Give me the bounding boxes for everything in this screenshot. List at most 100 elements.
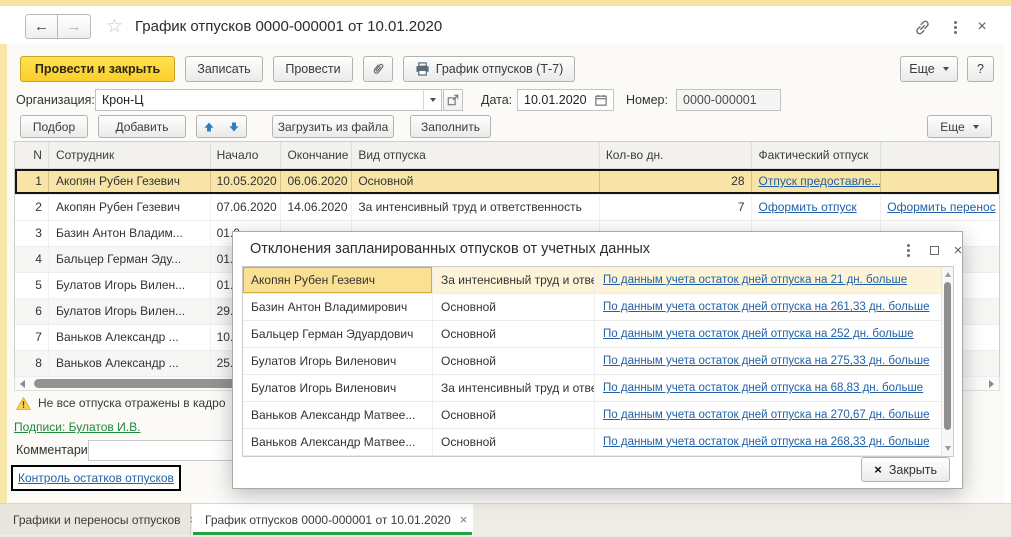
more-button-table[interactable]: Еще bbox=[927, 115, 992, 138]
vacation-balance-control-box[interactable]: Контроль остатков отпусков bbox=[11, 465, 181, 491]
deviation-row[interactable]: Бальцер Герман ЭдуардовичОсновнойПо данн… bbox=[243, 321, 953, 348]
deviation-row[interactable]: Ваньков Александр Матвее...ОсновнойПо да… bbox=[243, 402, 953, 429]
warning-text: Не все отпуска отражены в кадро bbox=[38, 396, 226, 410]
calendar-icon[interactable] bbox=[595, 94, 607, 106]
number-label: Номер: bbox=[626, 89, 668, 111]
cell-end-date: 06.06.2020 bbox=[281, 169, 352, 194]
column-header-2[interactable]: Сотрудник bbox=[49, 142, 211, 168]
dialog-maximize-icon[interactable] bbox=[925, 241, 943, 259]
actual-vacation-link[interactable]: Отпуск предоставле... bbox=[759, 174, 882, 188]
column-header-6[interactable]: Кол-во дн. bbox=[600, 142, 752, 168]
scroll-up-icon[interactable] bbox=[945, 272, 951, 277]
scroll-left-icon[interactable] bbox=[20, 380, 25, 388]
load-from-file-button[interactable]: Загрузить из файла bbox=[272, 115, 394, 138]
column-header-4[interactable]: Окончание bbox=[281, 142, 352, 168]
tab-1[interactable]: Графики и переносы отпусков× bbox=[0, 504, 191, 535]
actual-vacation-link[interactable]: Оформить отпуск bbox=[759, 200, 857, 214]
post-and-close-button[interactable]: Провести и закрыть bbox=[20, 56, 175, 82]
vacation-balance-control-link[interactable]: Контроль остатков отпусков bbox=[18, 471, 174, 485]
deviation-detail-link[interactable]: По данным учета остаток дней отпуска на … bbox=[603, 409, 929, 421]
attachments-button[interactable] bbox=[363, 56, 393, 82]
deviation-employee: Базин Антон Владимирович bbox=[243, 294, 433, 320]
chevron-down-icon bbox=[973, 125, 979, 129]
cell-employee: Акопян Рубен Гезевич bbox=[49, 169, 211, 194]
arrow-up-icon bbox=[203, 121, 215, 133]
deviation-vacation-type: Основной bbox=[433, 348, 595, 374]
dialog-vertical-scrollbar[interactable] bbox=[941, 267, 953, 456]
date-label: Дата: bbox=[481, 89, 512, 111]
dialog-close-button[interactable]: × Закрыть bbox=[861, 457, 950, 482]
number-field[interactable]: 0000-000001 bbox=[676, 89, 781, 111]
post-button[interactable]: Провести bbox=[273, 56, 353, 82]
column-header-8[interactable] bbox=[881, 142, 999, 168]
signatures-link[interactable]: Подписи: Булатов И.В. bbox=[14, 420, 140, 434]
nav-forward-button[interactable]: → bbox=[58, 14, 91, 39]
deviation-employee: Бальцер Герман Эдуардович bbox=[243, 321, 433, 347]
app-window: ← → ☆ График отпусков 0000-000001 от 10.… bbox=[0, 0, 1011, 537]
fill-button[interactable]: Заполнить bbox=[410, 115, 491, 138]
deviation-vacation-type: Основной bbox=[433, 402, 595, 428]
organization-field[interactable]: Крон-Ц bbox=[95, 89, 442, 111]
more-button-top[interactable]: Еще bbox=[900, 56, 958, 82]
write-button[interactable]: Записать bbox=[185, 56, 263, 82]
deviation-row[interactable]: Акопян Рубен ГезевичЗа интенсивный труд … bbox=[243, 267, 953, 294]
transfer-link[interactable]: Оформить перенос bbox=[887, 200, 995, 214]
help-button[interactable]: ? bbox=[967, 56, 994, 82]
cell-vacation-type: Основной bbox=[352, 169, 599, 194]
window-menu-icon[interactable] bbox=[945, 17, 965, 37]
column-header-5[interactable]: Вид отпуска bbox=[352, 142, 599, 168]
column-header-1[interactable]: N bbox=[15, 142, 49, 168]
deviation-row[interactable]: Булатов Игорь ВиленовичОсновной По данным… bbox=[243, 348, 953, 375]
tab-label: График отпусков 0000-000001 от 10.01.202… bbox=[205, 513, 451, 527]
table-row[interactable]: 2Акопян Рубен Гезевич07.06.202014.06.202… bbox=[15, 195, 999, 221]
get-link-icon[interactable] bbox=[912, 17, 932, 37]
deviation-detail-link[interactable]: По данным учета остаток дней отпуска на … bbox=[603, 382, 923, 394]
pick-button[interactable]: Подбор bbox=[20, 115, 88, 138]
cell-days-count: 28 bbox=[600, 169, 752, 194]
cell-row-number: 1 bbox=[15, 169, 49, 194]
tab-close-icon[interactable]: × bbox=[460, 512, 468, 527]
scroll-right-icon[interactable] bbox=[989, 380, 994, 388]
dialog-close-icon[interactable]: × bbox=[949, 241, 967, 259]
organization-open-button[interactable] bbox=[443, 89, 463, 111]
deviation-vacation-type: Основной bbox=[433, 294, 595, 320]
left-accent-strip bbox=[0, 44, 7, 503]
cell-end-date: 14.06.2020 bbox=[281, 195, 352, 220]
dialog-menu-icon[interactable] bbox=[899, 241, 917, 259]
cell-employee: Бальцер Герман Эду... bbox=[49, 247, 211, 272]
deviation-row[interactable]: Базин Антон ВладимировичОсновной По данны… bbox=[243, 294, 953, 321]
column-header-3[interactable]: Начало bbox=[211, 142, 282, 168]
move-down-button[interactable] bbox=[221, 115, 247, 138]
table-row[interactable]: 1Акопян Рубен Гезевич10.05.202006.06.202… bbox=[15, 169, 999, 195]
deviation-detail-link[interactable]: По данным учета остаток дней отпуска на … bbox=[603, 436, 929, 448]
organization-dropdown-icon[interactable] bbox=[423, 90, 441, 110]
cell-row-number: 4 bbox=[15, 247, 49, 272]
deviation-employee: Булатов Игорь Виленович bbox=[243, 375, 433, 401]
vertical-scroll-thumb[interactable] bbox=[944, 282, 951, 430]
deviation-detail-link[interactable]: По данным учета остаток дней отпуска на … bbox=[603, 274, 907, 286]
deviation-row[interactable]: Булатов Игорь ВиленовичЗа интенсивный тр… bbox=[243, 375, 953, 402]
window-close-icon[interactable]: × bbox=[972, 17, 992, 37]
scroll-down-icon[interactable] bbox=[945, 446, 951, 451]
favorite-star-icon[interactable]: ☆ bbox=[106, 15, 123, 38]
open-form-icon bbox=[447, 94, 459, 106]
deviation-detail-link[interactable]: По данным учета остаток дней отпуска на … bbox=[603, 301, 929, 313]
date-field[interactable]: 10.01.2020 bbox=[517, 89, 614, 111]
deviation-detail-link[interactable]: По данным учета остаток дней отпуска на … bbox=[603, 355, 929, 367]
column-header-7[interactable]: Фактический отпуск bbox=[752, 142, 882, 168]
deviation-row[interactable]: Ваньков Александр Матвее...ОсновнойПо да… bbox=[243, 429, 953, 456]
cell-vacation-type: За интенсивный труд и ответственность bbox=[352, 195, 599, 220]
deviation-detail-link[interactable]: По данным учета остаток дней отпуска на … bbox=[603, 328, 914, 340]
paperclip-icon bbox=[370, 61, 386, 77]
print-t7-button[interactable]: График отпусков (Т-7) bbox=[403, 56, 575, 82]
tab-2[interactable]: График отпусков 0000-000001 от 10.01.202… bbox=[192, 504, 473, 535]
nav-back-button[interactable]: ← bbox=[25, 14, 58, 39]
add-button[interactable]: Добавить bbox=[98, 115, 186, 138]
organization-label: Организация: bbox=[16, 89, 95, 111]
cell-employee: Ваньков Александр ... bbox=[49, 325, 211, 350]
warning-icon bbox=[16, 397, 31, 410]
deviation-employee: Булатов Игорь Виленович bbox=[243, 348, 433, 374]
deviation-link-cell: По данным учета остаток дней отпуска на … bbox=[595, 294, 953, 320]
move-up-button[interactable] bbox=[196, 115, 222, 138]
deviation-vacation-type: За интенсивный труд и отве... bbox=[433, 375, 595, 401]
